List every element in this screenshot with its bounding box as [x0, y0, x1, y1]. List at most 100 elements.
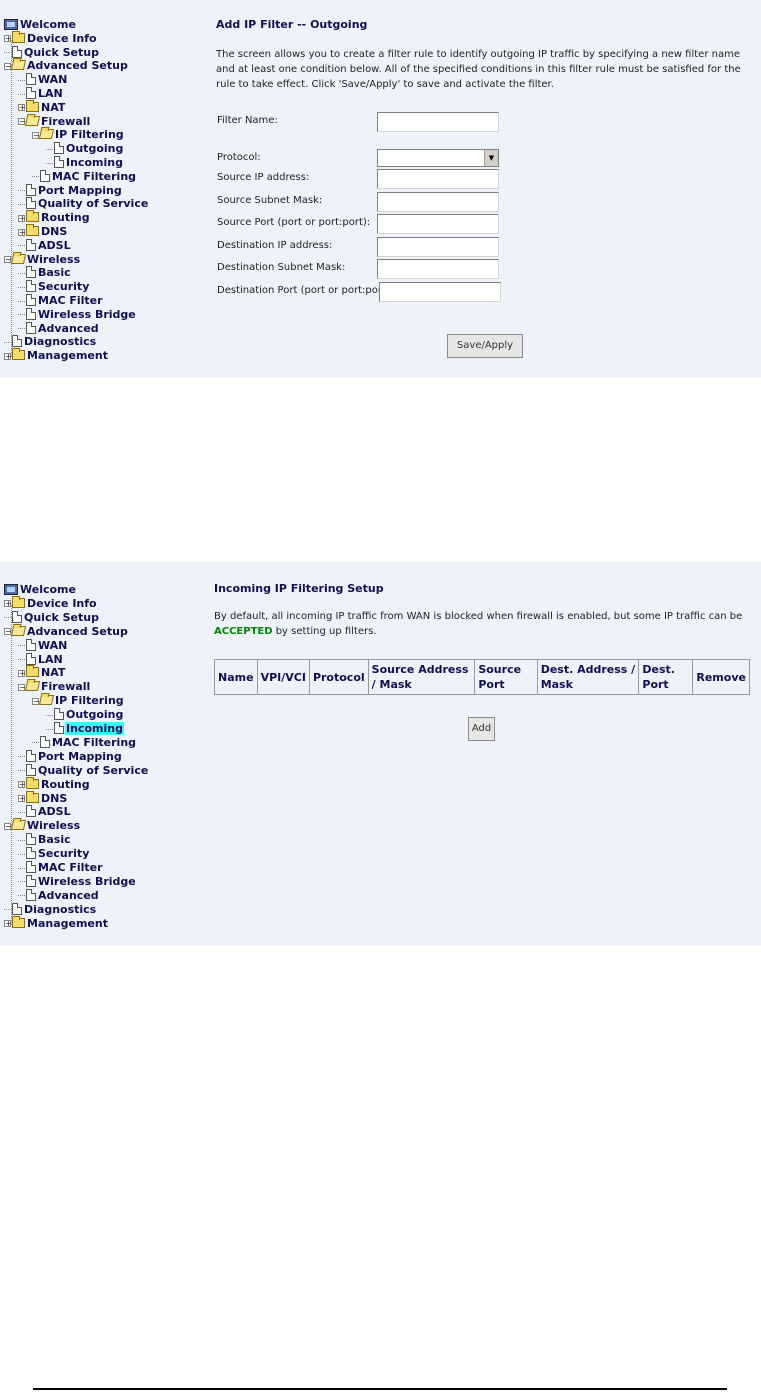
tree-item-firewall[interactable]: − Firewall: [18, 680, 91, 694]
tree-item-device-info[interactable]: + Device Info: [4, 595, 98, 611]
tree-item-label[interactable]: LAN: [37, 653, 64, 666]
tree-item-advanced[interactable]: Advanced: [18, 888, 100, 903]
tree-item-quality-of-service[interactable]: Quality of Service: [18, 197, 149, 211]
tree-item-management[interactable]: + Management: [4, 915, 109, 931]
tree-item-quality-of-service[interactable]: Quality of Service: [18, 763, 149, 778]
tree-item-label[interactable]: Advanced: [37, 889, 100, 902]
tree-item-label[interactable]: Advanced: [37, 322, 100, 335]
expand-icon[interactable]: +: [18, 104, 26, 112]
tree-item-routing[interactable]: + Routing: [18, 776, 91, 792]
tree-item-advanced[interactable]: Advanced: [18, 321, 100, 336]
tree-item-label[interactable]: Device Info: [26, 597, 98, 610]
collapse-icon[interactable]: −: [4, 256, 12, 264]
source-ip-input[interactable]: [377, 169, 499, 189]
dest-ip-input[interactable]: [377, 237, 499, 257]
tree-item-lan[interactable]: LAN: [18, 652, 64, 667]
tree-item-advanced-setup[interactable]: − Advanced Setup: [4, 59, 129, 73]
tree-item-label[interactable]: Outgoing: [65, 142, 124, 155]
tree-item-label[interactable]: Routing: [40, 778, 91, 791]
tree-item-wireless[interactable]: − Wireless: [4, 253, 81, 267]
tree-item-label[interactable]: Wireless Bridge: [37, 875, 137, 888]
tree-item-label[interactable]: MAC Filter: [37, 294, 104, 307]
tree-item-wireless-bridge[interactable]: Wireless Bridge: [18, 874, 137, 889]
tree-item-nat[interactable]: + NAT: [18, 665, 66, 680]
tree-item-label[interactable]: NAT: [40, 101, 66, 114]
tree-item-label[interactable]: DNS: [40, 225, 68, 238]
tree-item-port-mapping[interactable]: Port Mapping: [18, 749, 123, 764]
expand-icon[interactable]: +: [18, 228, 26, 236]
tree-item-label[interactable]: Quick Setup: [23, 611, 100, 624]
tree-item-lan[interactable]: LAN: [18, 87, 64, 101]
chevron-down-icon[interactable]: ▼: [484, 150, 498, 166]
tree-item-label[interactable]: Diagnostics: [23, 335, 97, 348]
tree-item-label[interactable]: MAC Filtering: [51, 736, 137, 749]
tree-item-label[interactable]: Advanced Setup: [26, 59, 129, 72]
tree-item-label[interactable]: Management: [26, 917, 109, 930]
tree-item-label[interactable]: Quality of Service: [37, 197, 149, 210]
tree-item-dns[interactable]: + DNS: [18, 224, 68, 239]
tree-item-label[interactable]: Wireless Bridge: [37, 308, 137, 321]
source-mask-input[interactable]: [377, 192, 499, 212]
collapse-icon[interactable]: −: [32, 131, 40, 139]
tree-item-label[interactable]: Welcome: [19, 18, 77, 31]
tree-item-label[interactable]: Firewall: [40, 115, 91, 128]
dest-port-input[interactable]: [379, 282, 501, 302]
tree-item-label[interactable]: DNS: [40, 792, 68, 805]
protocol-select[interactable]: ▼: [377, 149, 499, 167]
tree-item-mac-filter[interactable]: MAC Filter: [18, 861, 104, 875]
collapse-icon[interactable]: −: [18, 118, 26, 126]
tree-item-firewall[interactable]: − Firewall: [18, 115, 91, 129]
tree-item-diagnostics[interactable]: Diagnostics: [4, 902, 97, 917]
tree-item-label[interactable]: Welcome: [19, 583, 77, 596]
tree-item-dns[interactable]: + DNS: [18, 790, 68, 806]
tree-item-label[interactable]: WAN: [37, 639, 68, 652]
tree-item-ip-filtering[interactable]: − IP Filtering: [32, 694, 125, 708]
tree-item-basic[interactable]: Basic: [18, 266, 72, 280]
tree-item-label[interactable]: Management: [26, 349, 109, 362]
tree-item-wireless-bridge[interactable]: Wireless Bridge: [18, 307, 137, 322]
tree-item-port-mapping[interactable]: Port Mapping: [18, 183, 123, 198]
tree-item-label[interactable]: ADSL: [37, 239, 72, 252]
tree-item-adsl[interactable]: ADSL: [18, 238, 72, 253]
tree-item-quick-setup[interactable]: Quick Setup: [4, 610, 100, 625]
tree-item-label[interactable]: LAN: [37, 87, 64, 100]
source-port-input[interactable]: [377, 214, 499, 234]
collapse-icon[interactable]: −: [32, 697, 40, 705]
tree-item-label[interactable]: NAT: [40, 666, 66, 679]
tree-item-label[interactable]: IP Filtering: [54, 694, 125, 707]
tree-item-mac-filtering[interactable]: MAC Filtering: [32, 735, 137, 750]
dest-mask-input[interactable]: [377, 259, 499, 279]
tree-item-welcome[interactable]: Welcome: [4, 583, 77, 597]
tree-item-label[interactable]: Quick Setup: [23, 46, 100, 59]
tree-item-wan[interactable]: WAN: [18, 638, 68, 653]
expand-icon[interactable]: +: [4, 600, 12, 608]
tree-item-incoming[interactable]: Incoming: [46, 722, 124, 736]
tree-item-label[interactable]: Port Mapping: [37, 750, 123, 763]
tree-item-label[interactable]: Wireless: [26, 819, 81, 832]
tree-item-label[interactable]: Incoming: [65, 156, 124, 169]
expand-icon[interactable]: +: [18, 795, 26, 803]
expand-icon[interactable]: +: [4, 35, 12, 43]
tree-item-label[interactable]: Port Mapping: [37, 184, 123, 197]
tree-item-adsl[interactable]: ADSL: [18, 805, 72, 819]
tree-item-wireless[interactable]: − Wireless: [4, 819, 81, 833]
tree-item-security[interactable]: Security: [18, 280, 90, 294]
expand-icon[interactable]: +: [4, 920, 12, 928]
tree-item-label[interactable]: Security: [37, 280, 90, 293]
tree-item-security[interactable]: Security: [18, 847, 90, 861]
tree-item-management[interactable]: + Management: [4, 348, 109, 363]
expand-icon[interactable]: +: [18, 781, 26, 789]
tree-item-label[interactable]: IP Filtering: [54, 128, 125, 141]
tree-item-ip-filtering[interactable]: − IP Filtering: [32, 128, 125, 142]
collapse-icon[interactable]: −: [4, 628, 12, 636]
save-apply-button[interactable]: Save/Apply: [447, 334, 523, 358]
tree-item-incoming[interactable]: Incoming: [46, 156, 124, 170]
tree-item-nat[interactable]: + NAT: [18, 99, 66, 115]
expand-icon[interactable]: +: [4, 352, 12, 360]
tree-item-label[interactable]: Routing: [40, 211, 91, 224]
tree-item-outgoing[interactable]: Outgoing: [46, 142, 124, 156]
tree-item-label[interactable]: Incoming: [65, 722, 124, 735]
tree-item-outgoing[interactable]: Outgoing: [46, 708, 124, 722]
tree-item-mac-filter[interactable]: MAC Filter: [18, 294, 104, 308]
add-button[interactable]: Add: [468, 717, 495, 741]
